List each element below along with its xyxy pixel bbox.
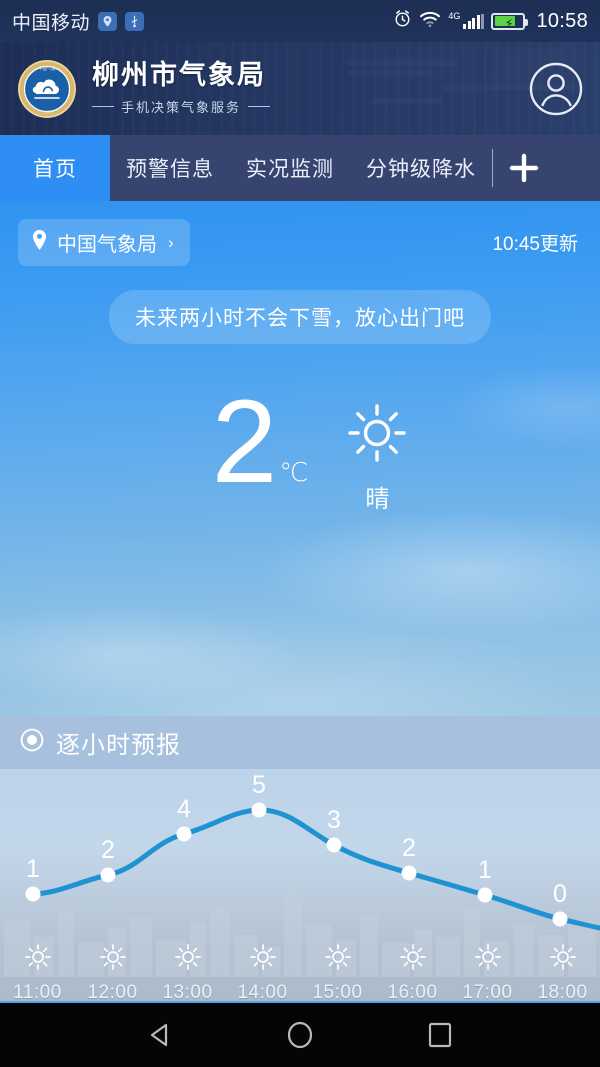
svg-text:1: 1 [478, 856, 492, 884]
home-circle-icon[interactable] [285, 1020, 315, 1050]
user-avatar-icon[interactable] [528, 61, 584, 117]
status-bar: 中国移动 4G ⚡ 10:58 [0, 0, 600, 42]
hour-time: 11:00 [13, 982, 62, 1001]
current-weather-panel: 中国气象局 › 10:45更新 未来两小时不会下雪，放心出门吧 2 ℃ 晴 [0, 201, 600, 716]
app-screen: 中国移动 4G ⚡ 10:58 中国气象 CMA 柳州市气象局 手机决策气象服务… [0, 0, 600, 1067]
sun-icon [99, 943, 127, 976]
hour-time: 14:00 [237, 982, 288, 1001]
tip-row: 未来两小时不会下雪，放心出门吧 [0, 290, 600, 344]
hour-time: 15:00 [312, 982, 363, 1001]
hour-time: 12:00 [87, 982, 138, 1001]
location-chip[interactable]: 中国气象局 › [18, 219, 190, 266]
location-name: 中国气象局 [57, 234, 157, 256]
location-pin-icon [31, 229, 48, 257]
temperature-unit: ℃ [279, 457, 309, 487]
sun-icon [346, 404, 408, 468]
hour-cell[interactable]: 16:00 [375, 939, 450, 1001]
hour-cell[interactable]: 18:00 [525, 939, 600, 1001]
update-time-label: 10:45更新 [492, 234, 578, 255]
hourly-columns: 11:00 12:00 13:00 14:00 15:00 16:00 17:0… [0, 939, 600, 1001]
hour-cell[interactable]: 14:00 [225, 939, 300, 1001]
android-nav-bar [0, 1003, 600, 1067]
header-background-image [0, 42, 600, 135]
recents-square-icon[interactable] [425, 1020, 455, 1050]
hour-time: 13:00 [162, 982, 213, 1001]
location-row: 中国气象局 › 10:45更新 [0, 201, 600, 266]
condition-block: 晴 [346, 388, 408, 514]
svg-text:2: 2 [101, 836, 115, 864]
temperature-block: 2 ℃ 晴 [0, 376, 600, 514]
svg-text:5: 5 [252, 771, 266, 799]
status-time: 10:58 [536, 9, 588, 32]
hourly-section-header: 逐小时预报 [0, 716, 600, 769]
alarm-icon [393, 9, 412, 33]
tab-warnings[interactable]: 预警信息 [110, 135, 230, 201]
header-subtitle-row: 手机决策气象服务 [92, 97, 271, 116]
svg-text:3: 3 [327, 806, 341, 834]
tab-bar: 首页 预警信息 实况监测 分钟级降水 [0, 135, 600, 201]
current-temperature: 2 [211, 376, 278, 508]
tab-minute-precipitation[interactable]: 分钟级降水 [350, 135, 492, 201]
subtitle-dash-left [92, 106, 114, 108]
network-type-label: 4G [448, 11, 461, 21]
chevron-right-icon: › [168, 232, 174, 252]
carrier-label: 中国移动 [12, 12, 91, 34]
hourly-forecast-panel[interactable]: 1 2 4 5 3 2 1 0 11:00 12:00 13:00 14:00 15:0… [0, 769, 600, 1001]
svg-text:CMA: CMA [42, 110, 52, 115]
hour-time: 17:00 [462, 982, 513, 1001]
header-subtitle: 手机决策气象服务 [121, 100, 242, 116]
hourly-section-title: 逐小时预报 [56, 732, 181, 759]
sun-icon [474, 943, 502, 976]
usb-badge-icon [125, 11, 145, 31]
sun-icon [324, 943, 352, 976]
hour-time: 18:00 [537, 982, 588, 1001]
svg-text:4: 4 [177, 795, 191, 823]
hour-cell[interactable]: 17:00 [450, 939, 525, 1001]
add-tab-button[interactable] [493, 135, 555, 201]
tab-live-monitoring[interactable]: 实况监测 [230, 135, 350, 201]
back-triangle-icon[interactable] [145, 1020, 175, 1050]
svg-text:中国气象: 中国气象 [38, 65, 56, 72]
sun-icon [174, 943, 202, 976]
app-header: 中国气象 CMA 柳州市气象局 手机决策气象服务 [0, 42, 600, 135]
sun-icon [249, 943, 277, 976]
svg-text:0: 0 [553, 880, 567, 908]
subtitle-dash-right [248, 106, 271, 108]
hour-time: 16:00 [387, 982, 438, 1001]
svg-text:2: 2 [402, 834, 416, 862]
condition-label: 晴 [365, 486, 390, 513]
wifi-icon [419, 10, 441, 33]
radio-target-icon [20, 728, 44, 757]
location-badge-icon [98, 11, 118, 31]
header-titles: 柳州市气象局 手机决策气象服务 [92, 59, 271, 117]
hour-cell[interactable]: 11:00 [0, 939, 75, 1001]
cma-emblem-logo: 中国气象 CMA [16, 58, 78, 120]
sun-icon [549, 943, 577, 976]
sun-icon [399, 943, 427, 976]
hour-cell[interactable]: 15:00 [300, 939, 375, 1001]
sun-icon [24, 943, 52, 976]
svg-text:1: 1 [26, 855, 40, 883]
weather-tip-pill[interactable]: 未来两小时不会下雪，放心出门吧 [109, 290, 491, 344]
hour-cell[interactable]: 13:00 [150, 939, 225, 1001]
page-title: 柳州市气象局 [92, 59, 266, 90]
hour-cell[interactable]: 12:00 [75, 939, 150, 1001]
battery-charging-icon: ⚡ [491, 12, 529, 31]
signal-4g-icon [463, 13, 485, 29]
tab-home[interactable]: 首页 [0, 135, 110, 201]
